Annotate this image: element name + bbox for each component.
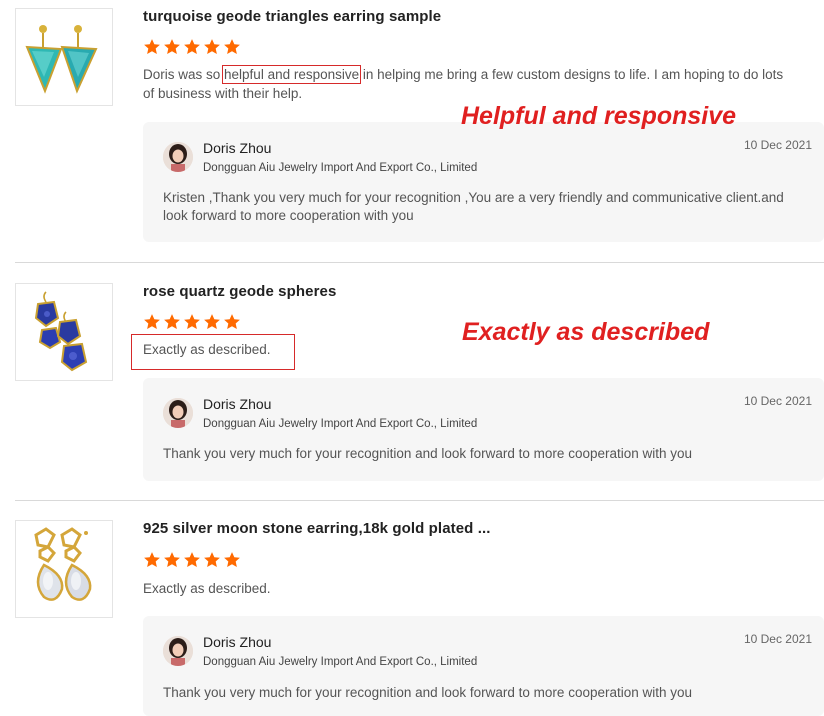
- review-comment: Exactly as described.: [143, 581, 271, 596]
- reply-text: Thank you very much for your recognition…: [163, 446, 693, 461]
- highlight-box: [131, 334, 295, 370]
- star-icon: [143, 38, 161, 56]
- product-title[interactable]: turquoise geode triangles earring sample: [143, 8, 441, 25]
- reply-date: 10 Dec 2021: [743, 394, 812, 408]
- seller-reply: Doris Zhou Dongguan Aiu Jewelry Import A…: [143, 378, 824, 481]
- reply-author-name: Doris Zhou: [203, 396, 272, 412]
- star-icon: [183, 551, 201, 569]
- star-icon: [163, 551, 181, 569]
- avatar: [163, 636, 193, 666]
- product-title[interactable]: 925 silver moon stone earring,18k gold p…: [143, 520, 491, 537]
- star-icon: [223, 38, 241, 56]
- rating-stars: [143, 551, 241, 569]
- comment-text-before: Doris was so: [143, 67, 225, 82]
- product-thumbnail[interactable]: [15, 283, 113, 381]
- product-title[interactable]: rose quartz geode spheres: [143, 283, 336, 300]
- turquoise-earring-image: [25, 25, 98, 94]
- product-thumbnail[interactable]: [15, 520, 113, 618]
- avatar: [163, 142, 193, 172]
- star-icon: [183, 38, 201, 56]
- seller-reply: Doris Zhou Dongguan Aiu Jewelry Import A…: [143, 616, 824, 716]
- star-icon: [223, 313, 241, 331]
- annotation-callout: Exactly as described: [462, 318, 710, 346]
- star-icon: [203, 551, 221, 569]
- star-icon: [143, 551, 161, 569]
- review-comment: Doris was so helpful and responsive in h…: [143, 65, 793, 103]
- reply-company-name: Dongguan Aiu Jewelry Import And Export C…: [203, 656, 478, 668]
- reply-company-name: Dongguan Aiu Jewelry Import And Export C…: [203, 418, 478, 430]
- review-item: rose quartz geode spheres Exactly as des…: [0, 263, 824, 500]
- review-item: turquoise geode triangles earring sample…: [0, 0, 824, 262]
- rating-stars: [143, 38, 241, 56]
- reply-author-name: Doris Zhou: [203, 140, 272, 156]
- reply-company-name: Dongguan Aiu Jewelry Import And Export C…: [203, 162, 478, 174]
- star-icon: [163, 313, 181, 331]
- star-icon: [203, 313, 221, 331]
- reply-date: 10 Dec 2021: [743, 138, 812, 152]
- star-icon: [203, 38, 221, 56]
- review-item: 925 silver moon stone earring,18k gold p…: [0, 501, 824, 716]
- star-icon: [223, 551, 241, 569]
- reply-date: 10 Dec 2021: [743, 632, 812, 646]
- reply-text: Kristen ,Thank you very much for your re…: [163, 190, 784, 223]
- avatar: [163, 398, 193, 428]
- star-icon: [163, 38, 181, 56]
- rating-stars: [143, 313, 241, 331]
- seller-reply: Doris Zhou Dongguan Aiu Jewelry Import A…: [143, 122, 824, 242]
- star-icon: [183, 313, 201, 331]
- rose-quartz-earring-image: [34, 291, 88, 372]
- reply-text: Thank you very much for your recognition…: [163, 685, 693, 700]
- reply-author-name: Doris Zhou: [203, 634, 272, 650]
- comment-highlight: helpful and responsive: [222, 65, 362, 84]
- annotation-callout: Helpful and responsive: [461, 102, 737, 130]
- moonstone-earring-image: [34, 527, 92, 601]
- star-icon: [143, 313, 161, 331]
- product-thumbnail[interactable]: [15, 8, 113, 106]
